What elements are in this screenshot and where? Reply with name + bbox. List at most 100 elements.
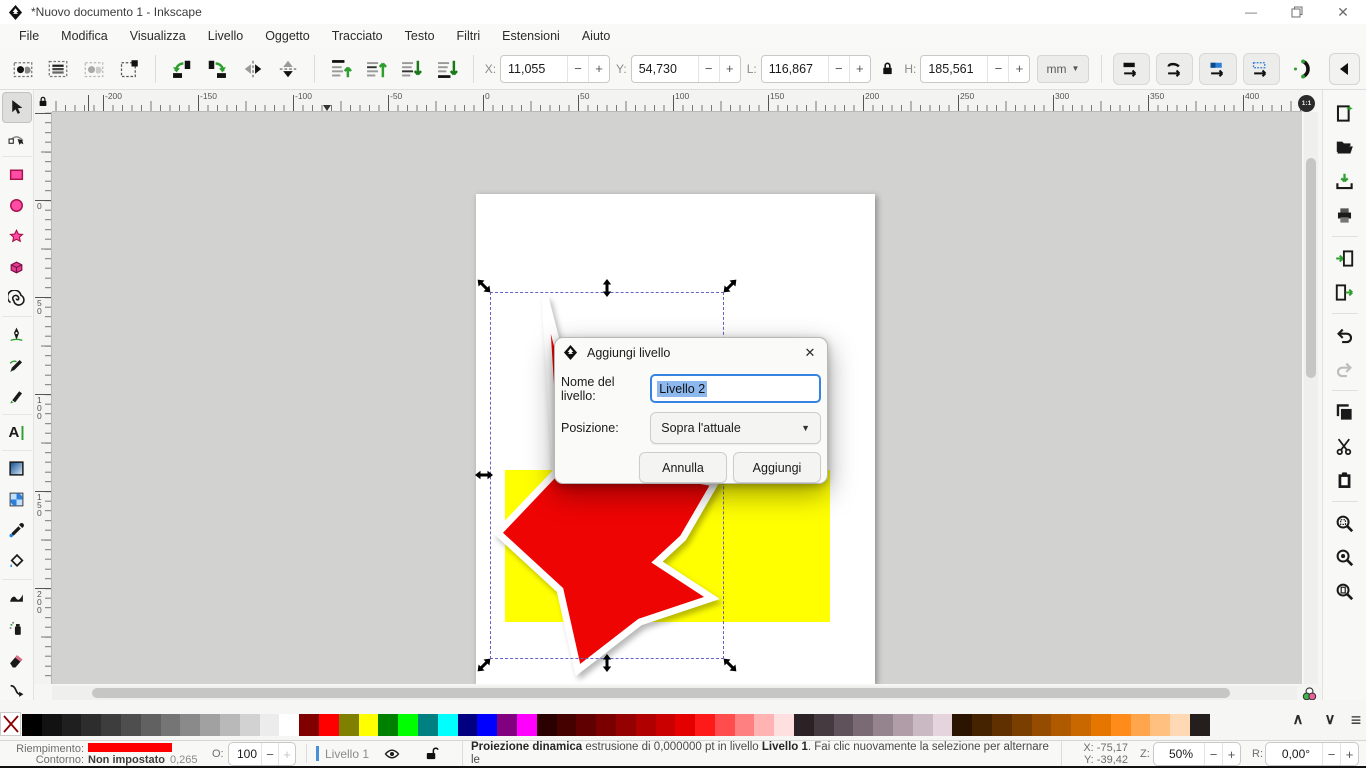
unit-selector[interactable]: mm ▼ — [1037, 55, 1088, 83]
select-all-layers-button[interactable] — [43, 54, 72, 84]
palette-swatch[interactable] — [537, 714, 557, 736]
menu-tracciato[interactable]: Tracciato — [321, 26, 394, 46]
rotation-decrement-button[interactable]: − — [1322, 743, 1340, 765]
vertical-scrollbar-thumb[interactable] — [1306, 158, 1316, 378]
zoom-actual-size-icon[interactable]: 1:1 — [1298, 95, 1315, 112]
paste-button[interactable] — [1329, 465, 1361, 495]
palette-swatch[interactable] — [656, 714, 676, 736]
palette-swatch[interactable] — [913, 714, 933, 736]
zoom-selection-button[interactable] — [1329, 508, 1361, 538]
x-decrement-button[interactable]: − — [567, 56, 588, 82]
width-input[interactable]: 116,867 − + — [761, 55, 871, 83]
selection-handle-top[interactable] — [602, 279, 612, 297]
width-value[interactable]: 116,867 — [762, 56, 828, 82]
opacity-decrement-button[interactable]: − — [261, 743, 278, 765]
flip-vertical-button[interactable] — [273, 54, 302, 84]
snap-toggle[interactable] — [1286, 54, 1315, 84]
palette-swatch[interactable] — [576, 714, 596, 736]
palette-swatch[interactable] — [636, 714, 656, 736]
save-document-button[interactable] — [1329, 166, 1361, 196]
palette-swatch[interactable] — [1051, 714, 1071, 736]
rotate-ccw-button[interactable] — [167, 54, 196, 84]
height-increment-button[interactable]: + — [1008, 56, 1029, 82]
text-tool[interactable]: A| — [2, 417, 32, 448]
close-button[interactable]: ✕ — [1320, 0, 1366, 24]
stroke-value[interactable]: Non impostato — [88, 754, 165, 766]
x-input[interactable]: 11,055 − + — [500, 55, 610, 83]
palette-swatch[interactable] — [814, 714, 834, 736]
stroke-width-value[interactable]: 0,265 — [170, 754, 198, 766]
palette-swatch[interactable] — [517, 714, 537, 736]
mesh-gradient-tool[interactable] — [2, 484, 32, 515]
deselect-button[interactable] — [79, 54, 108, 84]
rotation-value[interactable]: 0,00° — [1266, 743, 1322, 765]
opacity-input[interactable]: 100 − + — [228, 742, 296, 766]
zoom-increment-button[interactable]: + — [1222, 743, 1240, 765]
ruler-lock-icon[interactable] — [34, 90, 52, 112]
palette-swatch[interactable] — [240, 714, 260, 736]
tweak-tool[interactable] — [2, 582, 32, 613]
horizontal-scrollbar-thumb[interactable] — [92, 688, 1230, 698]
palette-swatch[interactable] — [101, 714, 121, 736]
lower-to-bottom-button[interactable] — [432, 54, 461, 84]
palette-swatch[interactable] — [1111, 714, 1131, 736]
width-decrement-button[interactable]: − — [828, 56, 849, 82]
3dbox-tool[interactable] — [2, 252, 32, 283]
pencil-tool[interactable] — [2, 350, 32, 381]
y-increment-button[interactable]: + — [719, 56, 740, 82]
palette-swatch[interactable] — [22, 714, 42, 736]
palette-swatch[interactable] — [42, 714, 62, 736]
collapse-toolbar-button[interactable] — [1329, 53, 1360, 85]
layer-lock-icon[interactable] — [424, 745, 439, 761]
selection-handle-left[interactable] — [475, 470, 493, 480]
redo-button[interactable] — [1329, 354, 1361, 384]
flip-horizontal-button[interactable] — [238, 54, 267, 84]
fill-color-swatch[interactable] — [88, 743, 172, 752]
palette-swatch[interactable] — [458, 714, 478, 736]
spiral-tool[interactable] — [2, 283, 32, 314]
current-layer-name[interactable]: Livello 1 — [325, 747, 369, 761]
palette-swatch[interactable] — [853, 714, 873, 736]
dialog-titlebar[interactable]: Aggiungi livello ✕ — [555, 338, 827, 367]
cut-button[interactable] — [1329, 431, 1361, 461]
palette-swatch[interactable] — [675, 714, 695, 736]
height-decrement-button[interactable]: − — [987, 56, 1008, 82]
x-value[interactable]: 11,055 — [501, 56, 567, 82]
opacity-value[interactable]: 100 — [229, 743, 261, 765]
palette-swatch[interactable] — [754, 714, 774, 736]
rotate-cw-button[interactable] — [202, 54, 231, 84]
duplicate-button[interactable] — [1329, 397, 1361, 427]
rotation-input[interactable]: 0,00° − + — [1265, 742, 1359, 766]
new-document-button[interactable] — [1329, 98, 1361, 128]
palette-swatch[interactable] — [992, 714, 1012, 736]
palette-swatch[interactable] — [62, 714, 82, 736]
palette-swatch[interactable] — [418, 714, 438, 736]
palette-swatch[interactable] — [596, 714, 616, 736]
height-value[interactable]: 185,561 — [921, 56, 987, 82]
calligraphy-tool[interactable] — [2, 381, 32, 412]
palette-swatch[interactable] — [1170, 714, 1190, 736]
palette-swatch[interactable] — [200, 714, 220, 736]
menu-livello[interactable]: Livello — [197, 26, 254, 46]
transform-move-toggle[interactable] — [1113, 53, 1150, 85]
print-button[interactable] — [1329, 200, 1361, 230]
restore-button[interactable] — [1274, 0, 1320, 24]
palette-menu-icon[interactable]: ≡ — [1344, 710, 1366, 731]
palette-swatch[interactable] — [1012, 714, 1032, 736]
menu-aiuto[interactable]: Aiuto — [571, 26, 622, 46]
palette-swatch[interactable] — [715, 714, 735, 736]
menu-file[interactable]: File — [8, 26, 50, 46]
lock-ratio-icon[interactable] — [877, 54, 899, 84]
zoom-input[interactable]: 50% − + — [1153, 742, 1241, 766]
eraser-tool[interactable] — [2, 644, 32, 675]
palette-swatch[interactable] — [161, 714, 181, 736]
palette-swatch[interactable] — [794, 714, 814, 736]
rotation-increment-button[interactable]: + — [1340, 743, 1358, 765]
palette-swatch[interactable] — [81, 714, 101, 736]
add-button[interactable]: Aggiungi — [733, 452, 821, 483]
menu-visualizza[interactable]: Visualizza — [119, 26, 197, 46]
opacity-increment-button[interactable]: + — [278, 743, 295, 765]
palette-swatch[interactable] — [1150, 714, 1170, 736]
palette-swatch[interactable] — [121, 714, 141, 736]
lower-button[interactable] — [397, 54, 426, 84]
